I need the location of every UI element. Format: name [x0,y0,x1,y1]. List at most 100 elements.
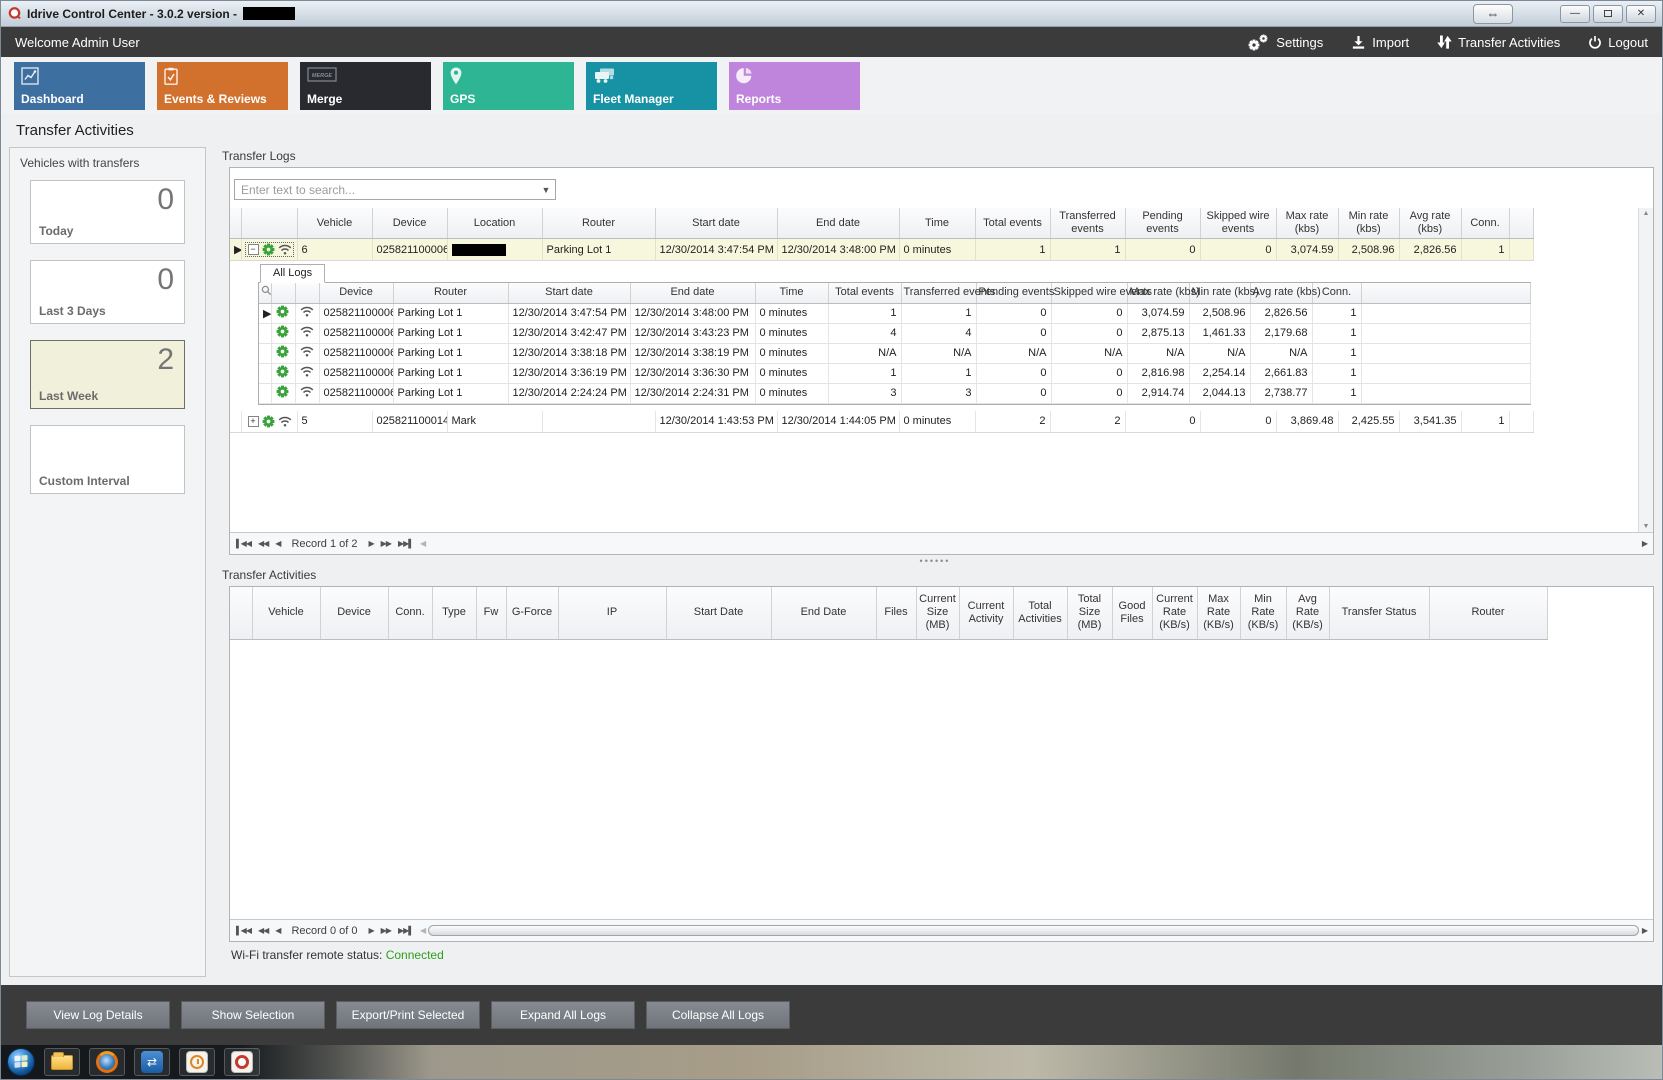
panel-splitter[interactable]: •••••• [216,555,1654,566]
settings-button[interactable]: Settings [1248,34,1323,51]
sub-column-header-pending-events[interactable]: Pending events [976,283,1051,303]
sub-column-header-skipped-wire-events[interactable]: Skipped wire events [1051,283,1127,303]
column-header-start-date[interactable]: Start Date [666,587,771,639]
column-header-end-date[interactable]: End date [777,208,899,239]
column-header-conn[interactable]: Conn. [1461,208,1509,239]
column-header-router[interactable]: Router [1429,587,1547,639]
column-header-time[interactable]: Time [899,208,975,239]
chevron-down-icon[interactable]: ▼ [537,185,555,195]
scroll-left-icon[interactable]: ◀ [420,926,425,935]
column-header-max-rate-kb-s[interactable]: Max Rate (KB/s) [1197,587,1240,639]
column-header-start-date[interactable]: Start date [655,208,777,239]
column-header-current-size-mb[interactable]: Current Size (MB) [916,587,959,639]
all-logs-row[interactable]: ▶025821100006Parking Lot 112/30/2014 3:4… [259,303,1530,323]
sub-column-header-max-rate-kbs[interactable]: Max rate (kbs) [1127,283,1189,303]
column-header-vehicle[interactable]: Vehicle [252,587,320,639]
next-page-icon[interactable]: ▶▶ [381,926,391,935]
show-selection-button[interactable]: Show Selection [181,1001,325,1029]
all-logs-row[interactable]: 025821100006Parking Lot 112/30/2014 3:36… [259,363,1530,383]
column-header-min-rate-kb-s[interactable]: Min Rate (KB/s) [1240,587,1286,639]
column-header-max-rate-kbs[interactable]: Max rate (kbs) [1276,208,1338,239]
all-logs-tab[interactable]: All Logs [260,264,325,283]
interval-card-today[interactable]: 0Today [30,180,185,244]
minimize-button[interactable]: — [1560,5,1590,23]
column-header-transfer-status[interactable]: Transfer Status [1329,587,1429,639]
sub-column-header-end-date[interactable]: End date [630,283,755,303]
all-logs-row[interactable]: 025821100006Parking Lot 112/30/2014 3:38… [259,343,1530,363]
clock-app-icon[interactable] [179,1048,215,1076]
last-record-icon[interactable]: ▶▶▌ [398,926,413,935]
sub-column-header-avg-rate-kbs[interactable]: Avg rate (kbs) [1250,283,1312,303]
start-orb-icon[interactable] [7,1048,35,1076]
idrive-app-icon[interactable] [224,1048,260,1076]
prev-record-icon[interactable]: ◀ [275,926,280,935]
log-row[interactable]: +5025821100014Mark12/30/2014 1:43:53 PM1… [230,411,1533,433]
collapse-row-button[interactable]: − [248,244,259,255]
horizontal-scrollbar[interactable]: ◀ ▶ [420,537,1647,550]
sub-column-header-min-rate-kbs[interactable]: Min rate (kbs) [1189,283,1250,303]
sub-column-header-total-events[interactable]: Total events [828,283,901,303]
sub-column-header-time[interactable]: Time [755,283,828,303]
first-record-icon[interactable]: ▌◀◀ [236,926,251,935]
prev-record-icon[interactable]: ◀ [275,539,280,548]
sub-column-header-device[interactable]: Device [319,283,393,303]
blue-app-icon[interactable]: ⇄ [134,1048,170,1076]
nav-tile-gps[interactable]: GPS [443,62,574,110]
column-header-device[interactable]: Device [372,208,447,239]
column-header-good-files[interactable]: Good Files [1112,587,1152,639]
scroll-right-icon[interactable]: ▶ [1642,539,1647,548]
scroll-down-icon[interactable]: ▼ [1643,523,1650,530]
column-header-router[interactable]: Router [542,208,655,239]
logout-button[interactable]: Logout [1588,34,1648,51]
column-header-transferred-events[interactable]: Transferred events [1050,208,1125,239]
column-header-current-activity[interactable]: Current Activity [959,587,1013,639]
nav-tile-events-reviews[interactable]: Events & Reviews [157,62,288,110]
column-header-total-activities[interactable]: Total Activities [1013,587,1067,639]
sub-column-header-router[interactable]: Router [393,283,508,303]
log-row[interactable]: ▶−6025821100006Parking Lot 112/30/2014 3… [230,239,1533,261]
next-record-icon[interactable]: ▶ [369,926,374,935]
vertical-scrollbar[interactable]: ▲ ▼ [1638,208,1653,532]
scroll-right-icon[interactable]: ▶ [1642,926,1647,935]
next-record-icon[interactable]: ▶ [369,539,374,548]
column-header-current-rate-kb-s[interactable]: Current Rate (KB/s) [1152,587,1197,639]
transfer-activities-button[interactable]: Transfer Activities [1437,34,1560,51]
column-header-pending-events[interactable]: Pending events [1125,208,1200,239]
firefox-icon[interactable] [89,1048,125,1076]
column-header-min-rate-kbs[interactable]: Min rate (kbs) [1338,208,1399,239]
column-header-conn[interactable]: Conn. [388,587,432,639]
column-header-ip[interactable]: IP [558,587,666,639]
search-input[interactable] [235,183,537,197]
window-resize-button[interactable]: ⇔ [1473,4,1513,24]
import-button[interactable]: Import [1351,34,1409,51]
search-combobox[interactable]: ▼ [234,179,556,200]
all-logs-row[interactable]: 025821100006Parking Lot 112/30/2014 2:24… [259,383,1530,403]
nav-tile-dashboard[interactable]: Dashboard [14,62,145,110]
export-print-selected-button[interactable]: Export/Print Selected [336,1001,480,1029]
nav-tile-merge[interactable]: MERGEMerge [300,62,431,110]
collapse-all-logs-button[interactable]: Collapse All Logs [646,1001,790,1029]
column-header-avg-rate-kb-s[interactable]: Avg Rate (KB/s) [1286,587,1329,639]
column-header-g-force[interactable]: G-Force [506,587,558,639]
last-record-icon[interactable]: ▶▶▌ [398,539,413,548]
interval-card-last-week[interactable]: 2Last Week [30,340,185,409]
sub-column-header-start-date[interactable]: Start date [508,283,630,303]
scrollbar-thumb[interactable] [428,925,1639,936]
explorer-icon[interactable] [44,1048,80,1076]
column-header-type[interactable]: Type [432,587,476,639]
prev-page-icon[interactable]: ◀◀ [258,926,268,935]
expand-all-logs-button[interactable]: Expand All Logs [491,1001,635,1029]
close-button[interactable]: ✕ [1626,5,1656,23]
interval-card-last-3-days[interactable]: 0Last 3 Days [30,260,185,324]
nav-tile-fleet-manager[interactable]: Fleet Manager [586,62,717,110]
column-header-files[interactable]: Files [876,587,916,639]
sub-column-header-transferred-events[interactable]: Transferred events [901,283,976,303]
scroll-left-icon[interactable]: ◀ [420,539,425,548]
column-header-location[interactable]: Location [447,208,542,239]
next-page-icon[interactable]: ▶▶ [381,539,391,548]
prev-page-icon[interactable]: ◀◀ [258,539,268,548]
interval-card-custom-interval[interactable]: Custom Interval [30,425,185,494]
view-log-details-button[interactable]: View Log Details [26,1001,170,1029]
all-logs-row[interactable]: 025821100006Parking Lot 112/30/2014 3:42… [259,323,1530,343]
expand-row-button[interactable]: + [248,416,259,427]
